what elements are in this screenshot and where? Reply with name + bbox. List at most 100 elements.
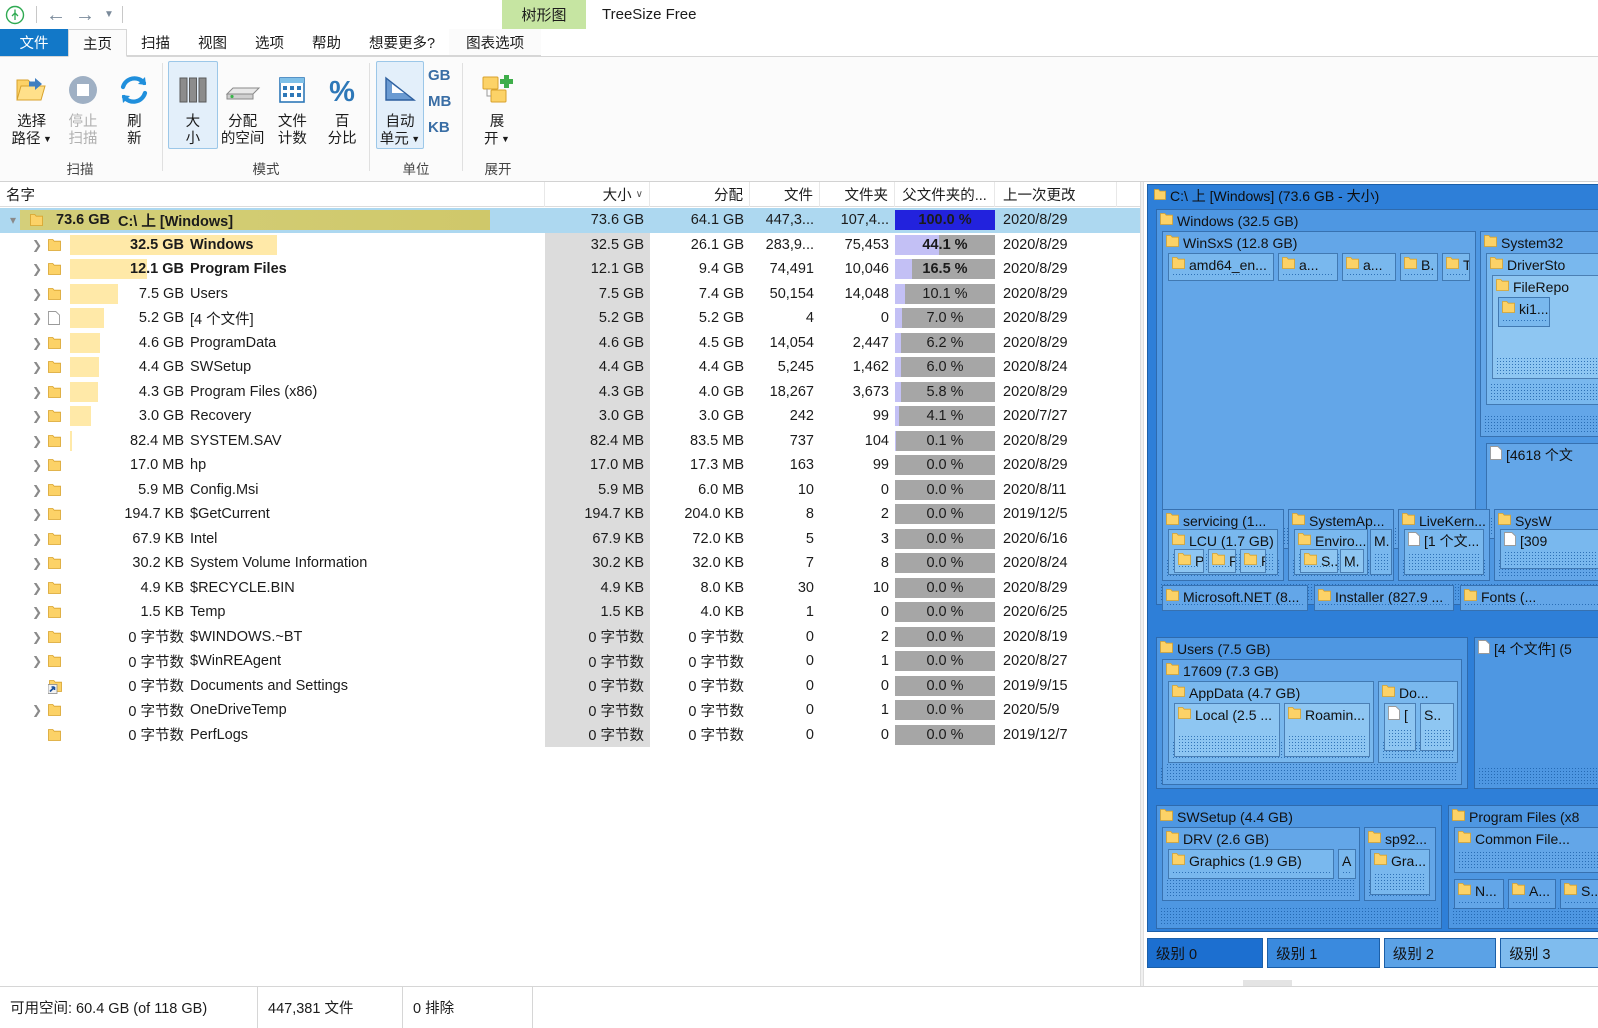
table-row[interactable]: 0 字节数 PerfLogs 0 字节数 0 字节数 0 0 0.0 % 2019/12/7 xyxy=(0,722,1140,747)
column-header-files[interactable]: 文件 xyxy=(750,182,820,207)
treemap-level-button-0[interactable]: 级别 0 xyxy=(1147,938,1264,968)
table-row[interactable]: ❯ 0 字节数 OneDriveTemp 0 字节数 0 字节数 0 1 0.0 % 2020/… xyxy=(0,698,1140,723)
auto-unit-button[interactable]: 自动 单元 ▼ xyxy=(376,61,424,150)
table-row[interactable]: ❯ 67.9 KB Intel 67.9 KB 72.0 KB 5 3 0.0 % 2020/6… xyxy=(0,526,1140,552)
table-row[interactable]: ❯ 1.5 KB Temp 1.5 KB 4.0 KB 1 0 0.0 % 2020/6/25 xyxy=(0,600,1140,625)
table-row[interactable]: ❯ 194.7 KB $GetCurrent 194.7 KB 204.0 KB 8 2 0.… xyxy=(0,502,1140,527)
expand-button[interactable]: 展 开 ▼ xyxy=(466,61,528,149)
treemap-node[interactable]: T xyxy=(1442,253,1470,281)
treemap-node[interactable]: Common File... xyxy=(1454,827,1598,873)
tab-view[interactable]: 视图 xyxy=(184,29,241,56)
table-row[interactable]: ❯ 32.5 GB Windows 32.5 GB 26.1 GB 283,9... 75,… xyxy=(0,232,1140,258)
tab-options[interactable]: 选项 xyxy=(241,29,298,56)
contextual-tab-treemap[interactable]: 树形图 xyxy=(502,0,586,29)
treemap-node[interactable]: Roamin... xyxy=(1284,703,1370,757)
treemap-node[interactable]: Graphics (1.9 GB) xyxy=(1168,849,1334,879)
treemap-node[interactable]: Microsoft.NET (8... xyxy=(1162,585,1308,611)
expand-arrow-icon[interactable]: ❯ xyxy=(30,527,44,552)
column-header-percent-of-parent[interactable]: 父文件夹的... xyxy=(895,182,995,207)
tab-want-more[interactable]: 想要更多? xyxy=(355,29,450,56)
expand-arrow-icon[interactable]: ❯ xyxy=(30,625,44,650)
treemap-node[interactable]: a... xyxy=(1278,253,1338,281)
treemap-node[interactable]: A xyxy=(1338,849,1356,879)
expand-arrow-icon[interactable]: ❯ xyxy=(30,453,44,478)
table-row[interactable]: ❯ 5.9 MB Config.Msi 5.9 MB 6.0 MB 10 0 0.0 % 202… xyxy=(0,477,1140,503)
mode-allocated-space-button[interactable]: 分配 的空间 xyxy=(218,61,268,149)
tab-help[interactable]: 帮助 xyxy=(298,29,355,56)
chevron-down-icon[interactable]: ▼ xyxy=(104,9,114,20)
expand-arrow-icon[interactable]: ❯ xyxy=(30,233,44,258)
refresh-button[interactable]: 刷 新 xyxy=(109,61,160,149)
back-arrow-icon[interactable]: ← xyxy=(46,5,66,25)
treemap-node[interactable]: Local (2.5 ... xyxy=(1174,703,1280,757)
chevron-down-icon[interactable]: ▼ xyxy=(40,134,52,144)
table-row[interactable]: ❯ 17.0 MB hp 17.0 MB 17.3 MB 163 99 0.0 % 2020/8… xyxy=(0,453,1140,478)
expand-arrow-icon[interactable]: ❯ xyxy=(30,478,44,503)
mode-size-button[interactable]: 大 小 xyxy=(168,61,218,149)
treemap-node[interactable]: B. xyxy=(1400,253,1438,281)
treemap-node[interactable]: S... xyxy=(1300,549,1338,573)
expand-arrow-icon[interactable]: ❯ xyxy=(30,282,44,307)
chevron-down-icon[interactable]: ▼ xyxy=(499,134,510,144)
table-row[interactable]: ❯ 4.6 GB ProgramData 4.6 GB 4.5 GB 14,054 2,44… xyxy=(0,330,1140,356)
treemap-node[interactable]: P. xyxy=(1174,549,1204,573)
select-path-button[interactable]: 选择 路径 ▼ xyxy=(6,61,57,149)
treemap-node[interactable]: ki1... xyxy=(1498,297,1550,327)
treemap-node[interactable]: Installer (827.9 ... xyxy=(1314,585,1454,611)
unit-kb-button[interactable]: KB xyxy=(428,115,451,141)
table-row[interactable]: ❯ 3.0 GB Recovery 3.0 GB 3.0 GB 242 99 4.1 % 202… xyxy=(0,404,1140,429)
expand-arrow-icon[interactable]: ❯ xyxy=(30,257,44,282)
table-row[interactable]: ❯ 12.1 GB Program Files 12.1 GB 9.4 GB 74,491… xyxy=(0,257,1140,282)
tab-scan[interactable]: 扫描 xyxy=(127,29,184,56)
treemap-node[interactable]: Gra... xyxy=(1370,849,1430,895)
treemap-level-button-2[interactable]: 级别 2 xyxy=(1383,938,1497,968)
expand-arrow-icon[interactable]: ❯ xyxy=(30,600,44,625)
expand-arrow-icon[interactable]: ❯ xyxy=(30,380,44,405)
treemap-node[interactable]: amd64_en... xyxy=(1168,253,1274,281)
table-row[interactable]: ❯ 7.5 GB Users 7.5 GB 7.4 GB 50,154 14,048 10.1… xyxy=(0,281,1140,307)
expand-arrow-icon[interactable]: ❯ xyxy=(30,429,44,454)
treemap-node[interactable]: N... xyxy=(1454,879,1504,909)
expand-arrow-icon[interactable]: ❯ xyxy=(30,404,44,429)
column-header-allocated[interactable]: 分配 xyxy=(650,182,750,207)
treemap-node[interactable]: M. xyxy=(1370,529,1392,575)
column-header-name[interactable]: 名字 xyxy=(0,182,545,207)
expand-arrow-icon[interactable]: ❯ xyxy=(30,698,44,723)
treemap-root[interactable]: C:\ 上 [Windows] (73.6 GB - 大小) Windows (… xyxy=(1147,184,1598,932)
treemap-node[interactable]: a... xyxy=(1342,253,1396,281)
column-header-size[interactable]: 大小 ∨ xyxy=(545,182,650,207)
treemap-node[interactable]: A... xyxy=(1508,879,1556,909)
treemap-node[interactable]: [ xyxy=(1384,703,1416,751)
expand-arrow-icon[interactable]: ❯ xyxy=(30,355,44,380)
tab-home[interactable]: 主页 xyxy=(68,29,127,57)
treemap-level-button-1[interactable]: 级别 1 xyxy=(1267,938,1380,968)
treemap-node[interactable]: M. xyxy=(1340,549,1364,573)
stop-scan-button[interactable]: 停止 扫描 xyxy=(57,61,108,149)
forward-arrow-icon[interactable]: → xyxy=(75,5,95,25)
treemap-node[interactable]: S.. xyxy=(1420,703,1454,751)
treemap-node[interactable]: [4 个文件] (5 xyxy=(1474,637,1598,789)
expand-arrow-icon[interactable]: ❯ xyxy=(30,649,44,674)
expand-arrow-icon[interactable]: ❯ xyxy=(30,331,44,356)
table-row[interactable]: ❯ 4.3 GB Program Files (x86) 4.3 GB 4.0 GB 18… xyxy=(0,379,1140,405)
table-row[interactable]: ▾ 73.6 GB C:\ 上 [Windows] 73.6 GB 64.1 GB 447… xyxy=(0,208,1140,233)
tab-chart-options[interactable]: 图表选项 xyxy=(449,29,542,56)
treemap-node[interactable]: P xyxy=(1208,549,1236,573)
treemap-node[interactable]: FileRepo xyxy=(1492,275,1598,379)
column-header-last-modified[interactable]: 上一次更改 xyxy=(995,182,1117,207)
treemap-node[interactable]: Fonts (... xyxy=(1460,585,1598,611)
table-row[interactable]: ❯ 4.4 GB SWSetup 4.4 GB 4.4 GB 5,245 1,462 6.0 … xyxy=(0,355,1140,380)
expand-arrow-icon[interactable]: ❯ xyxy=(30,502,44,527)
unit-mb-button[interactable]: MB xyxy=(428,89,451,115)
mode-percent-button[interactable]: % 百 分比 xyxy=(317,61,367,149)
table-row[interactable]: ❯ 82.4 MB SYSTEM.SAV 82.4 MB 83.5 MB 737 104 0.… xyxy=(0,428,1140,454)
unit-gb-button[interactable]: GB xyxy=(428,63,451,89)
treemap-node[interactable]: [309 xyxy=(1500,529,1598,569)
column-header-folders[interactable]: 文件夹 xyxy=(820,182,895,207)
table-row[interactable]: ❯ 4.9 KB $RECYCLE.BIN 4.9 KB 8.0 KB 30 10 0.0 %… xyxy=(0,575,1140,600)
panel-splitter[interactable] xyxy=(1140,182,1144,986)
table-row[interactable]: ❯ 30.2 KB System Volume Information 30.2 KB… xyxy=(0,551,1140,576)
treemap-node[interactable]: S.. xyxy=(1560,879,1598,909)
collapse-arrow-icon[interactable]: ▾ xyxy=(6,208,20,233)
expand-arrow-icon[interactable]: ❯ xyxy=(30,306,44,331)
